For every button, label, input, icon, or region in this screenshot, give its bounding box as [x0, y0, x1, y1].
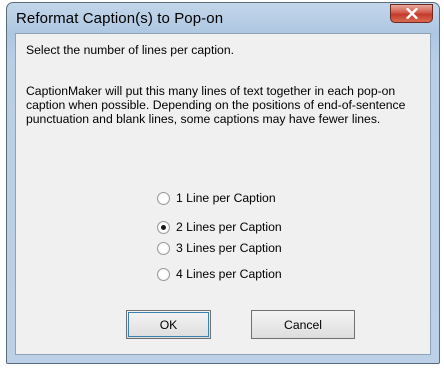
dialog-body: Select the number of lines per caption. …	[15, 33, 431, 355]
option-label: 1 Line per Caption	[176, 191, 276, 205]
option-3-lines[interactable]: 3 Lines per Caption	[157, 240, 282, 256]
radio-button-selected[interactable]	[157, 220, 170, 234]
ok-button[interactable]: OK	[126, 310, 211, 339]
radio-button[interactable]	[157, 241, 170, 255]
radio-dot-icon	[161, 224, 166, 230]
description-text: CaptionMaker will put this many lines of…	[26, 84, 406, 126]
instruction-text: Select the number of lines per caption.	[26, 43, 234, 57]
close-icon	[405, 8, 418, 19]
title-bar[interactable]: Reformat Caption(s) to Pop-on	[7, 3, 439, 33]
window-title: Reformat Caption(s) to Pop-on	[16, 10, 224, 27]
option-label: 4 Lines per Caption	[176, 267, 282, 281]
radio-button[interactable]	[157, 267, 170, 281]
option-label: 3 Lines per Caption	[176, 241, 282, 255]
dialog-window: Reformat Caption(s) to Pop-on Select the…	[6, 2, 440, 364]
radio-button[interactable]	[157, 191, 170, 205]
option-label: 2 Lines per Caption	[176, 220, 282, 234]
close-button[interactable]	[390, 4, 433, 23]
option-1-line[interactable]: 1 Line per Caption	[157, 190, 276, 206]
option-4-lines[interactable]: 4 Lines per Caption	[157, 266, 282, 282]
option-2-lines[interactable]: 2 Lines per Caption	[157, 219, 282, 235]
cancel-button[interactable]: Cancel	[251, 310, 355, 339]
